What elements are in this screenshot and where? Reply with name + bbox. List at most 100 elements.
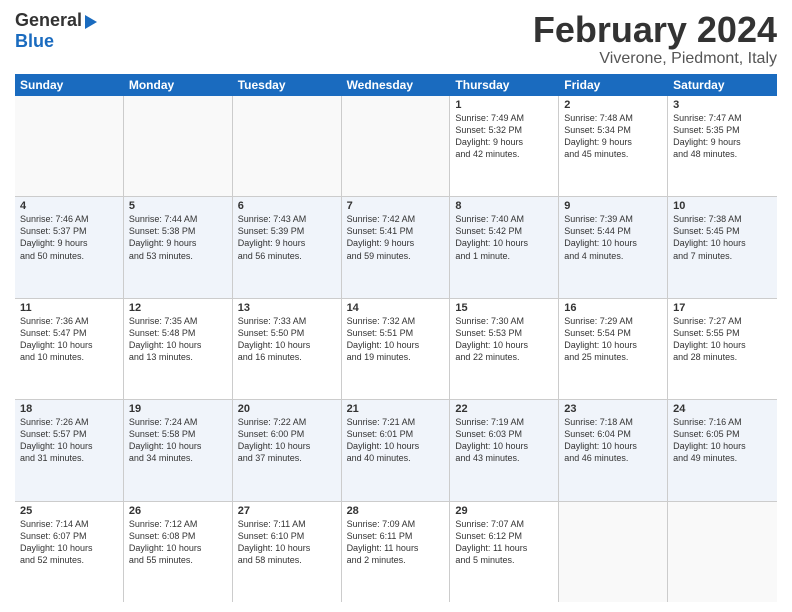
day-info: Sunrise: 7:46 AM Sunset: 5:37 PM Dayligh…	[20, 213, 118, 262]
day-number: 27	[238, 505, 336, 517]
day-info: Sunrise: 7:27 AM Sunset: 5:55 PM Dayligh…	[673, 315, 772, 364]
day-number: 7	[347, 200, 445, 212]
day-cell-6: 6Sunrise: 7:43 AM Sunset: 5:39 PM Daylig…	[233, 197, 342, 297]
calendar-header: SundayMondayTuesdayWednesdayThursdayFrid…	[15, 74, 777, 96]
logo-blue-text: Blue	[15, 31, 54, 52]
day-info: Sunrise: 7:33 AM Sunset: 5:50 PM Dayligh…	[238, 315, 336, 364]
day-number: 3	[673, 99, 772, 111]
day-number: 11	[20, 302, 118, 314]
day-number: 29	[455, 505, 553, 517]
title-block: February 2024 Viverone, Piedmont, Italy	[533, 10, 777, 68]
calendar-row-1: 4Sunrise: 7:46 AM Sunset: 5:37 PM Daylig…	[15, 197, 777, 298]
day-cell-17: 17Sunrise: 7:27 AM Sunset: 5:55 PM Dayli…	[668, 299, 777, 399]
day-cell-10: 10Sunrise: 7:38 AM Sunset: 5:45 PM Dayli…	[668, 197, 777, 297]
day-cell-20: 20Sunrise: 7:22 AM Sunset: 6:00 PM Dayli…	[233, 400, 342, 500]
day-info: Sunrise: 7:29 AM Sunset: 5:54 PM Dayligh…	[564, 315, 662, 364]
day-cell-11: 11Sunrise: 7:36 AM Sunset: 5:47 PM Dayli…	[15, 299, 124, 399]
day-info: Sunrise: 7:30 AM Sunset: 5:53 PM Dayligh…	[455, 315, 553, 364]
day-cell-18: 18Sunrise: 7:26 AM Sunset: 5:57 PM Dayli…	[15, 400, 124, 500]
day-info: Sunrise: 7:38 AM Sunset: 5:45 PM Dayligh…	[673, 213, 772, 262]
day-cell-26: 26Sunrise: 7:12 AM Sunset: 6:08 PM Dayli…	[124, 502, 233, 602]
calendar-row-4: 25Sunrise: 7:14 AM Sunset: 6:07 PM Dayli…	[15, 502, 777, 602]
day-info: Sunrise: 7:36 AM Sunset: 5:47 PM Dayligh…	[20, 315, 118, 364]
day-cell-23: 23Sunrise: 7:18 AM Sunset: 6:04 PM Dayli…	[559, 400, 668, 500]
logo-arrow-icon	[85, 15, 97, 29]
day-info: Sunrise: 7:09 AM Sunset: 6:11 PM Dayligh…	[347, 518, 445, 567]
empty-cell	[559, 502, 668, 602]
subtitle: Viverone, Piedmont, Italy	[533, 50, 777, 68]
weekday-header-thursday: Thursday	[450, 74, 559, 96]
day-cell-9: 9Sunrise: 7:39 AM Sunset: 5:44 PM Daylig…	[559, 197, 668, 297]
day-number: 15	[455, 302, 553, 314]
day-number: 14	[347, 302, 445, 314]
day-number: 10	[673, 200, 772, 212]
empty-cell	[15, 96, 124, 196]
day-cell-5: 5Sunrise: 7:44 AM Sunset: 5:38 PM Daylig…	[124, 197, 233, 297]
weekday-header-sunday: Sunday	[15, 74, 124, 96]
day-cell-3: 3Sunrise: 7:47 AM Sunset: 5:35 PM Daylig…	[668, 96, 777, 196]
day-cell-4: 4Sunrise: 7:46 AM Sunset: 5:37 PM Daylig…	[15, 197, 124, 297]
empty-cell	[124, 96, 233, 196]
day-info: Sunrise: 7:26 AM Sunset: 5:57 PM Dayligh…	[20, 416, 118, 465]
day-cell-14: 14Sunrise: 7:32 AM Sunset: 5:51 PM Dayli…	[342, 299, 451, 399]
weekday-header-saturday: Saturday	[668, 74, 777, 96]
day-cell-28: 28Sunrise: 7:09 AM Sunset: 6:11 PM Dayli…	[342, 502, 451, 602]
main-title: February 2024	[533, 10, 777, 50]
day-number: 18	[20, 403, 118, 415]
day-info: Sunrise: 7:19 AM Sunset: 6:03 PM Dayligh…	[455, 416, 553, 465]
day-number: 1	[455, 99, 553, 111]
day-info: Sunrise: 7:42 AM Sunset: 5:41 PM Dayligh…	[347, 213, 445, 262]
day-number: 23	[564, 403, 662, 415]
day-number: 21	[347, 403, 445, 415]
day-cell-1: 1Sunrise: 7:49 AM Sunset: 5:32 PM Daylig…	[450, 96, 559, 196]
day-number: 22	[455, 403, 553, 415]
day-number: 2	[564, 99, 662, 111]
day-number: 13	[238, 302, 336, 314]
day-info: Sunrise: 7:35 AM Sunset: 5:48 PM Dayligh…	[129, 315, 227, 364]
day-info: Sunrise: 7:32 AM Sunset: 5:51 PM Dayligh…	[347, 315, 445, 364]
day-info: Sunrise: 7:39 AM Sunset: 5:44 PM Dayligh…	[564, 213, 662, 262]
day-cell-12: 12Sunrise: 7:35 AM Sunset: 5:48 PM Dayli…	[124, 299, 233, 399]
day-cell-29: 29Sunrise: 7:07 AM Sunset: 6:12 PM Dayli…	[450, 502, 559, 602]
day-info: Sunrise: 7:47 AM Sunset: 5:35 PM Dayligh…	[673, 112, 772, 161]
day-number: 25	[20, 505, 118, 517]
day-cell-21: 21Sunrise: 7:21 AM Sunset: 6:01 PM Dayli…	[342, 400, 451, 500]
empty-cell	[233, 96, 342, 196]
header: General Blue February 2024 Viverone, Pie…	[15, 10, 777, 68]
day-cell-25: 25Sunrise: 7:14 AM Sunset: 6:07 PM Dayli…	[15, 502, 124, 602]
day-number: 12	[129, 302, 227, 314]
day-info: Sunrise: 7:44 AM Sunset: 5:38 PM Dayligh…	[129, 213, 227, 262]
logo-general-text: General	[15, 10, 82, 31]
day-number: 24	[673, 403, 772, 415]
empty-cell	[668, 502, 777, 602]
calendar: SundayMondayTuesdayWednesdayThursdayFrid…	[15, 74, 777, 602]
day-number: 16	[564, 302, 662, 314]
day-cell-16: 16Sunrise: 7:29 AM Sunset: 5:54 PM Dayli…	[559, 299, 668, 399]
day-number: 4	[20, 200, 118, 212]
day-info: Sunrise: 7:48 AM Sunset: 5:34 PM Dayligh…	[564, 112, 662, 161]
day-number: 19	[129, 403, 227, 415]
day-number: 9	[564, 200, 662, 212]
calendar-page: General Blue February 2024 Viverone, Pie…	[0, 0, 792, 612]
day-info: Sunrise: 7:12 AM Sunset: 6:08 PM Dayligh…	[129, 518, 227, 567]
calendar-body: 1Sunrise: 7:49 AM Sunset: 5:32 PM Daylig…	[15, 96, 777, 602]
day-number: 26	[129, 505, 227, 517]
day-cell-15: 15Sunrise: 7:30 AM Sunset: 5:53 PM Dayli…	[450, 299, 559, 399]
day-number: 28	[347, 505, 445, 517]
day-info: Sunrise: 7:22 AM Sunset: 6:00 PM Dayligh…	[238, 416, 336, 465]
weekday-header-wednesday: Wednesday	[342, 74, 451, 96]
day-info: Sunrise: 7:11 AM Sunset: 6:10 PM Dayligh…	[238, 518, 336, 567]
calendar-row-0: 1Sunrise: 7:49 AM Sunset: 5:32 PM Daylig…	[15, 96, 777, 197]
calendar-row-3: 18Sunrise: 7:26 AM Sunset: 5:57 PM Dayli…	[15, 400, 777, 501]
weekday-header-tuesday: Tuesday	[233, 74, 342, 96]
day-number: 6	[238, 200, 336, 212]
day-info: Sunrise: 7:43 AM Sunset: 5:39 PM Dayligh…	[238, 213, 336, 262]
day-cell-19: 19Sunrise: 7:24 AM Sunset: 5:58 PM Dayli…	[124, 400, 233, 500]
day-info: Sunrise: 7:40 AM Sunset: 5:42 PM Dayligh…	[455, 213, 553, 262]
day-cell-8: 8Sunrise: 7:40 AM Sunset: 5:42 PM Daylig…	[450, 197, 559, 297]
day-cell-24: 24Sunrise: 7:16 AM Sunset: 6:05 PM Dayli…	[668, 400, 777, 500]
empty-cell	[342, 96, 451, 196]
day-number: 8	[455, 200, 553, 212]
day-cell-22: 22Sunrise: 7:19 AM Sunset: 6:03 PM Dayli…	[450, 400, 559, 500]
day-cell-2: 2Sunrise: 7:48 AM Sunset: 5:34 PM Daylig…	[559, 96, 668, 196]
